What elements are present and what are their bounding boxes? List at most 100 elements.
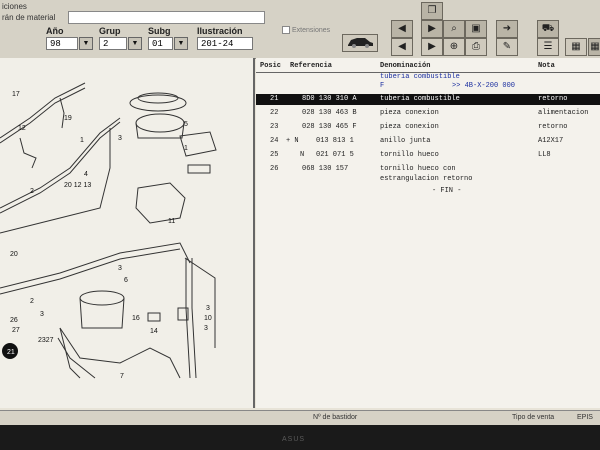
callout-3b: 3 [118,265,122,272]
table-header: Posic Referencia Denominación Nota [256,61,600,73]
callout-2b: 2 [30,298,34,305]
callout-4: 4 [84,171,88,178]
group-label: Grup [99,26,121,36]
end-marker: - FIN - [432,187,462,195]
callout-21: 21 [7,349,15,356]
cart-icon[interactable]: ⛟ [537,20,559,38]
row-note: LL8 [538,151,551,159]
group-title: tuberia combustible [380,73,460,81]
col-denominacion: Denominación [380,62,431,70]
zoom-icon[interactable]: ⊕ [443,38,465,56]
callout-27: 27 [12,327,20,334]
copy-icon[interactable]: ❐ [421,2,443,20]
callout-20-12-13: 20 12 13 [64,182,91,189]
application-window: iciones rán de material Año 98 ▼ Grup 2 … [0,0,600,425]
row-desc: pieza conexion [380,109,439,117]
callout-1b: 1 [184,145,188,152]
row-pos: 26 [270,165,279,173]
col-nota: Nota [538,62,555,70]
arrow-right-icon[interactable]: ▶ [421,20,443,38]
callout-3e: 3 [204,325,208,332]
row-note: retorno [538,95,568,103]
callout-22-23: 2327 [38,337,54,344]
callout-6: 6 [124,277,128,284]
search-icon[interactable]: ⌕ [443,20,465,38]
extensions-label: Extensiones [292,26,331,34]
group-range: >> 4B-X-200 000 [452,82,516,90]
status-sale-type: Tipo de venta [512,414,555,421]
row-note: alimentacion [538,109,589,117]
callout-14: 14 [150,328,158,335]
row-ref: 028 130 463 B [302,109,357,117]
callout-3d: 3 [206,305,210,312]
table-row[interactable]: 23 028 130 465 F pieza conexion retorno [256,122,600,133]
status-vin: Nº de bastidor [313,414,358,421]
parts-illustration[interactable]: 17 19 12 2 3 20 12 13 1 4 20 3 2 3 26 27… [0,58,255,408]
grid-icon[interactable]: ▦ [565,38,587,56]
row-pos: 25 [270,151,279,159]
table-row[interactable]: 26 068 130 157 tornillo hueco con [256,164,600,175]
table-row[interactable]: 25 N 021 071 5 tornillo hueco LL8 [256,150,600,161]
top-label-1: iciones [2,2,27,11]
nav-back-icon[interactable]: ◀ [391,38,413,56]
select-icon[interactable]: ▣ [465,20,487,38]
row-pos: 24 [270,137,279,145]
grid-icon-2[interactable]: ▦ [588,38,600,56]
callout-5: 5 [184,121,188,128]
material-field[interactable] [68,11,265,24]
row-ref: 068 130 157 [302,165,349,173]
arrow-icon[interactable]: ➜ [496,20,518,38]
selection-toolbar: iciones rán de material Año 98 ▼ Grup 2 … [0,0,600,59]
callout-12: 12 [18,125,26,132]
col-referencia: Referencia [290,62,333,70]
parts-table: Posic Referencia Denominación Nota tuber… [256,58,600,408]
row-mark: + N [286,137,299,145]
printer-icon[interactable]: ⎙ [465,38,487,56]
callout-3: 3 [118,135,122,142]
row-ref: 013 813 1 [316,137,354,145]
row-pos: 23 [270,123,279,131]
row-pos: 21 [270,95,279,103]
year-label: Año [46,26,64,36]
callout-16: 16 [132,315,140,322]
fuel-lines-drawing: 17 19 12 2 3 20 12 13 1 4 20 3 2 3 26 27… [0,82,217,380]
callout-17: 17 [12,91,20,98]
callout-26: 26 [10,317,18,324]
list-icon[interactable]: ☰ [537,38,559,56]
row-desc: anillo junta [380,137,431,145]
illustration-field[interactable]: 201-24 [197,37,253,50]
callout-1: 1 [80,137,84,144]
arrow-left-icon[interactable]: ◀ [391,20,413,38]
group-prefix: F [380,82,385,90]
subgroup-dropdown-icon[interactable]: ▼ [174,37,188,50]
table-row[interactable]: 21 8D0 130 310 A tuberia combustible ret… [256,94,600,105]
top-label-2: rán de material [2,13,56,22]
group-select[interactable]: 2 [99,37,127,50]
row-note: retorno [538,123,568,131]
row-desc: tuberia combustible [380,95,460,103]
callout-10: 10 [204,315,212,322]
year-select[interactable]: 98 [46,37,78,50]
edit-icon[interactable]: ✎ [496,38,518,56]
monitor-logo: ASUS [282,436,306,443]
group-dropdown-icon[interactable]: ▼ [128,37,142,50]
checkbox-box[interactable] [282,26,290,34]
table-row[interactable]: 22 028 130 463 B pieza conexion alimenta… [256,108,600,119]
callout-19: 19 [64,115,72,122]
row-desc: tornillo hueco [380,151,439,159]
extensions-checkbox[interactable]: Extensiones [282,26,330,34]
year-dropdown-icon[interactable]: ▼ [79,37,93,50]
callout-11: 11 [168,218,175,225]
row-ref: 8D0 130 310 A [302,95,357,103]
col-posic: Posic [260,62,282,70]
row-ref: 021 071 5 [316,151,354,159]
car-icon[interactable] [342,34,378,52]
row-desc: tornillo hueco con [380,165,456,173]
callout-20: 20 [10,251,18,258]
callout-2: 2 [30,188,34,195]
table-row[interactable]: 24 + N 013 813 1 anillo junta A12X17 [256,136,600,147]
row-desc: pieza conexion [380,123,439,131]
nav-forward-icon[interactable]: ▶ [421,38,443,56]
row-mark: N [300,151,305,159]
subgroup-select[interactable]: 01 [148,37,173,50]
